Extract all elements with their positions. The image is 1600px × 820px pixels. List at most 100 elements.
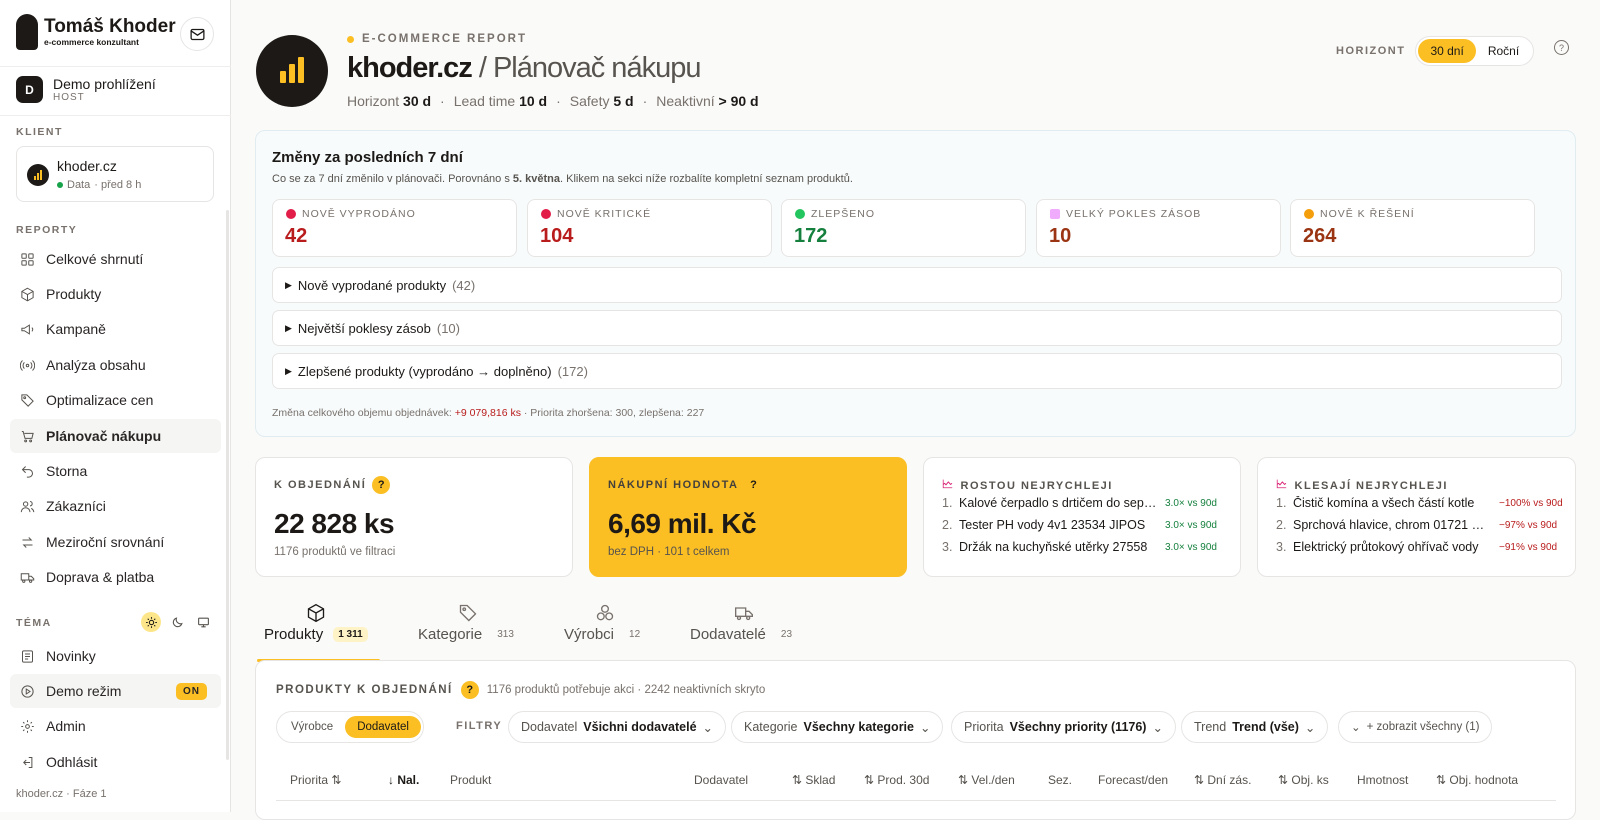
user-profile[interactable]: D Demo prohlížení HOST <box>16 76 156 103</box>
section-label-reports: REPORTY <box>16 224 78 236</box>
sidebar-item-label: Admin <box>46 718 86 734</box>
tab-categories[interactable]: Kategorie 313 <box>418 600 519 662</box>
question-icon[interactable]: ? <box>744 476 763 494</box>
card-rising-fastest: 🗠 ROSTOU NEJRYCHLEJI 1. Kalové čerpadlo s … <box>923 457 1241 577</box>
tab-manufacturers[interactable]: Výrobci 12 <box>564 600 645 662</box>
subtitle-date: 5. května <box>512 173 561 185</box>
question-icon[interactable]: ? <box>460 681 479 699</box>
tab-products[interactable]: Produkty 1 311 <box>257 600 380 662</box>
param-inactive: Neaktivní > 90 d <box>656 93 758 109</box>
radio-icon <box>20 359 35 371</box>
rank-ratio: −91% vs 90d <box>1499 541 1558 553</box>
filter-value: Všechny kategorie <box>803 720 914 734</box>
sidebar-item-purchase-planner[interactable]: Plánovač nákupu <box>10 419 221 453</box>
kpi-new-sold-out: NOVĚ VYPRODÁNO 42 <box>272 199 517 257</box>
theme-dark-button[interactable] <box>167 612 187 632</box>
help-icon[interactable]: ? <box>1554 40 1569 55</box>
filter-trend[interactable]: Trend Trend (vše) ⌄ <box>1181 711 1329 743</box>
group-by-toggle: Výrobce Dodavatel <box>276 711 424 743</box>
changes-panel: Změny za posledních 7 dní Co se za 7 dní… <box>255 130 1576 437</box>
sidebar-item-demo-mode[interactable]: Demo režim ON <box>10 674 221 708</box>
list-item[interactable]: 2. Tester PH vody 4v1 23534 JIPOS 3.0× vs … <box>942 518 1232 532</box>
divider <box>0 115 231 116</box>
status-dot-icon <box>57 182 63 188</box>
accordion-new-sold-out[interactable]: ▶ Nově vyprodané produkty (42) <box>272 267 1562 303</box>
column-order-qty[interactable]: ⇅ Obj. ks <box>1278 773 1329 787</box>
theme-switcher <box>141 612 213 632</box>
horizon-option-30d[interactable]: 30 dní <box>1418 39 1476 63</box>
column-velocity[interactable]: ⇅ Vel./den <box>958 773 1015 787</box>
column-forecast[interactable]: Forecast/den <box>1098 773 1168 787</box>
list-item[interactable]: 1. Kalové čerpadlo s drtičem do septiku 3.… <box>942 496 1232 510</box>
sidebar-item-shipping[interactable]: Doprava & platba <box>10 560 221 594</box>
client-selector[interactable]: khoder.cz Data · před 8 h <box>16 146 214 202</box>
sidebar-item-summary[interactable]: Celkové shrnutí <box>10 242 221 276</box>
sidebar-item-products[interactable]: Produkty <box>10 277 221 311</box>
toggle-supplier[interactable]: Dodavatel <box>345 716 421 738</box>
view-tabs: Produkty 1 311 Kategorie 313 Výrobci 12 Dod… <box>256 600 856 662</box>
card-falling-fastest: 🗠 KLESAJÍ NEJRYCHLEJI 1. Čistič komína a v… <box>1257 457 1576 577</box>
sidebar-footer: khoder.cz · Fáze 1 <box>16 788 107 800</box>
kpi-value: 172 <box>794 225 828 247</box>
filter-category[interactable]: Kategorie Všechny kategorie ⌄ <box>731 711 944 743</box>
column-supplier[interactable]: Dodavatel <box>694 773 748 787</box>
accordion-biggest-drops[interactable]: ▶ Největší poklesy zásob (10) <box>272 310 1562 346</box>
sidebar-item-pricing[interactable]: Optimalizace cen <box>10 383 221 417</box>
column-urgency[interactable]: ↓ Nal. <box>388 773 419 787</box>
sidebar-item-news[interactable]: Novinky <box>10 639 221 673</box>
column-days-stock[interactable]: ⇅ Dní zás. <box>1194 773 1251 787</box>
accordion-improved[interactable]: ▶ Zlepšené produkty (vyprodáno → doplněno… <box>272 353 1562 389</box>
caret-right-icon: ▶ <box>285 365 292 376</box>
theme-system-button[interactable] <box>193 612 213 632</box>
column-stock[interactable]: ⇅ Sklad <box>792 773 835 787</box>
param-label: Lead time <box>453 93 516 109</box>
column-seasonality[interactable]: Sez. <box>1048 773 1072 787</box>
brand-logo[interactable]: Tomáš Khoder e-commerce konzultant <box>16 14 176 50</box>
horizon-option-yearly[interactable]: Roční <box>1476 39 1531 63</box>
column-priority[interactable]: Priorita ⇅ <box>290 773 341 787</box>
sidebar-scrollbar[interactable] <box>226 210 229 760</box>
sidebar-item-logout[interactable]: Odhlásit <box>10 745 221 779</box>
sidebar-item-cancellations[interactable]: Storna <box>10 454 221 488</box>
mail-button[interactable] <box>180 17 214 51</box>
changes-footer: Změna celkového objemu objednávek: +9 07… <box>272 407 704 419</box>
filter-supplier[interactable]: Dodavatel Všichni dodavatelé ⌄ <box>508 711 727 743</box>
rank-number: 3. <box>1276 540 1287 554</box>
column-order-value[interactable]: ⇅ Obj. hodnota <box>1436 773 1518 787</box>
filter-value: Trend (vše) <box>1232 720 1299 734</box>
sidebar-item-customers[interactable]: Zákazníci <box>10 489 221 523</box>
filter-priority[interactable]: Priorita Všechny priority (1176) ⌄ <box>951 711 1176 743</box>
sidebar-item-label: Demo režim <box>46 683 122 699</box>
rank-product: Kalové čerpadlo s drtičem do septiku <box>959 496 1159 510</box>
question-icon[interactable]: ? <box>372 476 391 494</box>
chevron-down-icon: ⌄ <box>1351 722 1361 734</box>
green-dot-icon <box>795 209 805 219</box>
sidebar-item-admin[interactable]: Admin <box>10 709 221 743</box>
list-item[interactable]: 2. Sprchová hlavice, chrom 01721 OXID −97%… <box>1276 518 1566 532</box>
theme-light-button[interactable] <box>141 612 161 632</box>
products-to-order-panel: PRODUKTY K OBJEDNÁNÍ? 1176 produktů potře… <box>255 660 1576 820</box>
column-sales-30d[interactable]: ⇅ Prod. 30d <box>864 773 929 787</box>
tab-suppliers[interactable]: Dodavatelé 23 <box>690 600 797 662</box>
column-weight[interactable]: Hmotnost <box>1357 773 1408 787</box>
play-icon <box>21 684 34 698</box>
show-all-filters-button[interactable]: ⌄ + zobrazit všechny (1) <box>1338 711 1493 743</box>
rank-product: Tester PH vody 4v1 23534 JIPOS <box>959 518 1146 532</box>
footer-text: Změna celkového objemu objednávek: <box>272 407 455 419</box>
list-item[interactable]: 3. Elektrický průtokový ohřívač vody −91% … <box>1276 540 1566 554</box>
card-label: 🗠 ROSTOU NEJRYCHLEJI <box>942 476 1113 495</box>
toggle-manufacturer[interactable]: Výrobce <box>279 716 345 738</box>
rank-product: Čistič komína a všech částí kotle <box>1293 496 1475 510</box>
param-lead-time: Lead time 10 d <box>454 93 547 109</box>
sidebar-item-content-analysis[interactable]: Analýza obsahu <box>10 348 221 382</box>
rank-ratio: 3.0× vs 90d <box>1165 541 1217 553</box>
list-item[interactable]: 1. Čistič komína a všech částí kotle −100%… <box>1276 496 1566 510</box>
sidebar-item-yoy[interactable]: Meziroční srovnání <box>10 525 221 559</box>
list-item[interactable]: 3. Držák na kuchyňské utěrky 27558 3.0× vs… <box>942 540 1232 554</box>
rank-number: 1. <box>1276 496 1287 510</box>
tag-icon <box>21 393 34 407</box>
column-product[interactable]: Produkt <box>450 773 491 787</box>
chevron-down-icon: ⌄ <box>702 720 714 735</box>
sidebar-item-campaigns[interactable]: Kampaně <box>10 312 221 346</box>
rank-ratio: 3.0× vs 90d <box>1165 497 1217 509</box>
